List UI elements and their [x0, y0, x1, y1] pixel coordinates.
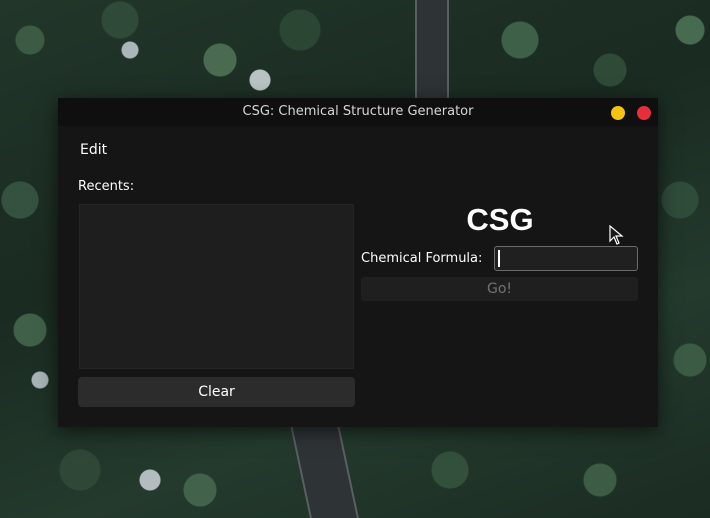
minimize-button[interactable]: [611, 106, 625, 120]
formula-input[interactable]: [494, 246, 638, 271]
close-button[interactable]: [637, 106, 651, 120]
app-heading: CSG: [466, 202, 534, 237]
text-caret: [498, 250, 500, 267]
recents-list[interactable]: [79, 204, 354, 369]
formula-label: Chemical Formula:: [361, 251, 483, 266]
wallpaper-road: [415, 0, 449, 100]
go-button[interactable]: Go!: [361, 277, 638, 301]
mouse-pointer-icon: [609, 225, 624, 245]
recents-label: Recents:: [78, 179, 135, 194]
clear-button[interactable]: Clear: [78, 377, 355, 407]
app-window: CSG: Chemical Structure Generator Edit R…: [58, 98, 658, 427]
menu-edit[interactable]: Edit: [80, 142, 107, 158]
window-title: CSG: Chemical Structure Generator: [242, 104, 474, 119]
title-bar[interactable]: CSG: Chemical Structure Generator: [58, 98, 658, 126]
